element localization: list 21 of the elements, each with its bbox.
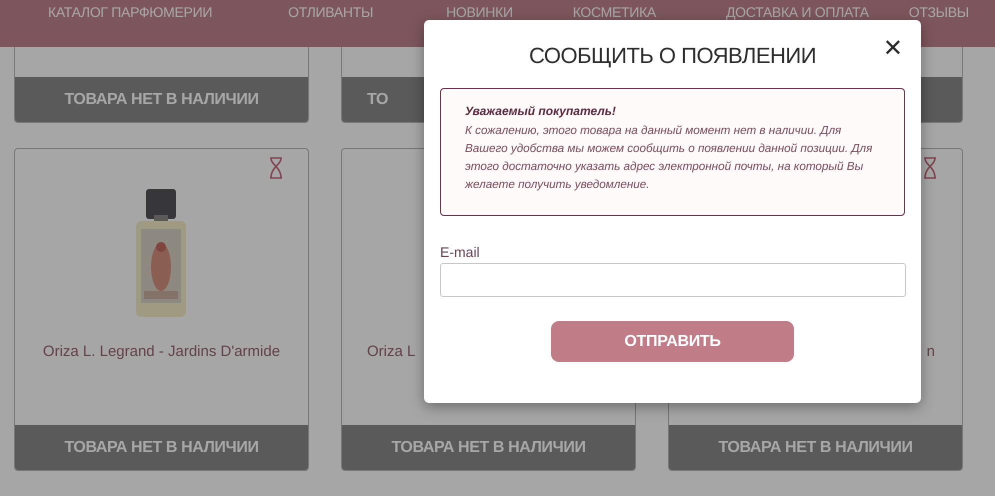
out-of-stock-label: ТОВАРА НЕТ В НАЛИЧИИ	[64, 438, 259, 456]
email-label: E-mail	[440, 244, 481, 260]
email-field[interactable]	[440, 263, 906, 297]
nav-link[interactable]: ОТЗЫВЫ	[908, 2, 969, 20]
submit-button[interactable]: ОТПРАВИТЬ	[551, 321, 794, 362]
notice-heading: Уважаемый покупатель!	[465, 104, 617, 118]
nav-link[interactable]: НОВИНКИ	[446, 2, 513, 20]
nav-link[interactable]: КАТАЛОГ ПАРФЮМЕРИИ	[48, 2, 212, 20]
nav-link[interactable]: КОСМЕТИКА	[572, 2, 656, 20]
modal-title: СООБЩИТЬ О ПОЯВЛЕНИИ	[528, 42, 816, 69]
hourglass-icon[interactable]	[923, 157, 937, 179]
product-name[interactable]: Oriza L. Legrand - Jardins D'armide	[15, 343, 308, 360]
hourglass-icon[interactable]	[269, 157, 283, 179]
close-button[interactable]: ✕	[880, 36, 905, 60]
nav-link[interactable]: ОТЛИВАНТЫ	[288, 2, 374, 20]
nav-link[interactable]: ДОСТАВКА И ОПЛАТА	[726, 2, 869, 20]
notice-text: К сожалению, этого товара на данный момент нет в наличии. Для Вашего удобства мы можем сообщить о появлении данной позиции. Для этого достаточно указать адрес электронной почты, на который Вы желаете получить уведомление.	[465, 123, 874, 193]
out-of-stock-label: ТОВАРА НЕТ В НАЛИЧИИ	[64, 90, 259, 108]
out-of-stock-label: ТОВАРА НЕТ В НАЛИЧИИ	[391, 438, 586, 456]
out-of-stock-label: ТОВАРА НЕТ В НАЛИЧИИ	[718, 438, 913, 456]
out-of-stock-label: ТО	[367, 90, 388, 108]
